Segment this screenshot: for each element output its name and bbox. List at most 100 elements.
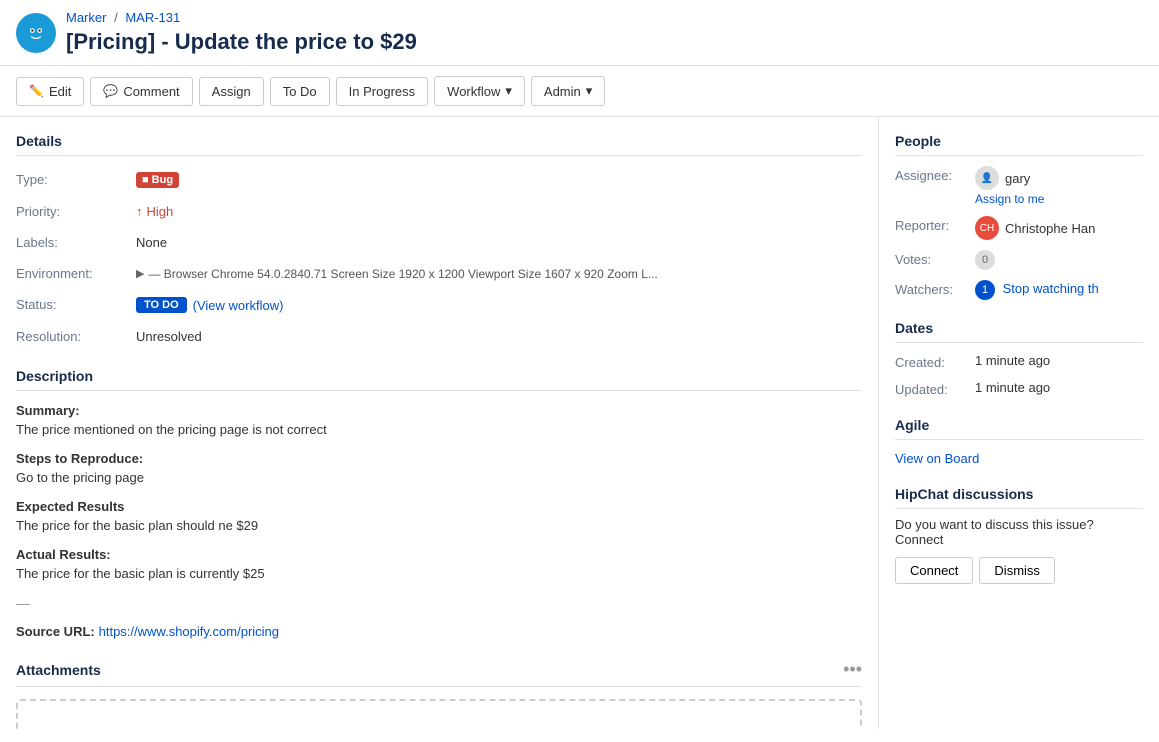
type-value: ■ Bug [136, 168, 862, 192]
votes-badge: 0 [975, 250, 995, 270]
assignee-name: gary [1005, 171, 1030, 186]
status-label: Status: [16, 293, 136, 317]
edit-icon: ✏️ [29, 84, 44, 98]
reporter-name: Christophe Han [1005, 221, 1095, 236]
assignee-area: 👤 gary [975, 166, 1143, 190]
expected-item: Expected Results The price for the basic… [16, 499, 862, 533]
attachments-section: Attachments ••• ☁ Drop files to attach, … [16, 659, 862, 729]
resolution-value: Unresolved [136, 325, 862, 348]
reporter-avatar: CH [975, 216, 999, 240]
steps-text: Go to the pricing page [16, 470, 862, 485]
avatar: 👤 [975, 166, 999, 190]
bug-icon: ■ [142, 174, 149, 186]
expected-text: The price for the basic plan should ne $… [16, 518, 862, 533]
assign-to-me-link[interactable]: Assign to me [975, 192, 1143, 206]
watchers-label: Watchers: [895, 280, 975, 297]
reporter-value: CH Christophe Han [975, 216, 1143, 240]
labels-value: None [136, 231, 862, 254]
hipchat-buttons: Connect Dismiss [895, 557, 1143, 584]
comment-button[interactable]: 💬 Comment [90, 77, 192, 106]
summary-text: The price mentioned on the pricing page … [16, 422, 862, 437]
issue-title: [Pricing] - Update the price to $29 [66, 29, 417, 55]
breadcrumb-project[interactable]: Marker [66, 10, 106, 25]
view-workflow-link[interactable]: (View workflow) [193, 298, 284, 313]
updated-value: 1 minute ago [975, 380, 1143, 395]
source-url-link[interactable]: https://www.shopify.com/pricing [99, 624, 279, 639]
attachments-more-button[interactable]: ••• [843, 659, 862, 680]
top-bar: Marker / MAR-131 [Pricing] - Update the … [0, 0, 1159, 66]
summary-item: Summary: The price mentioned on the pric… [16, 403, 862, 437]
details-section-title: Details [16, 133, 862, 156]
workflow-dropdown-icon: ▾ [505, 83, 512, 99]
status-value: TO DO (View workflow) [136, 293, 862, 317]
hipchat-section: HipChat discussions Do you want to discu… [895, 486, 1143, 584]
environment-label: Environment: [16, 262, 136, 285]
assign-button[interactable]: Assign [199, 77, 264, 106]
expected-title: Expected Results [16, 499, 862, 514]
sidebar: People Assignee: 👤 gary Assign to me Rep… [879, 117, 1159, 729]
dismiss-button[interactable]: Dismiss [979, 557, 1055, 584]
people-title: People [895, 133, 1143, 156]
admin-button[interactable]: Admin ▾ [531, 76, 605, 106]
attachments-title: Attachments [16, 662, 101, 678]
votes-row: Votes: 0 [895, 250, 1143, 270]
priority-value: ↑ High [136, 200, 862, 223]
breadcrumb-id[interactable]: MAR-131 [125, 10, 180, 25]
steps-item: Steps to Reproduce: Go to the pricing pa… [16, 451, 862, 485]
environment-value: ▶ — Browser Chrome 54.0.2840.71 Screen S… [136, 262, 862, 285]
bug-badge: ■ Bug [136, 172, 179, 188]
priority-high: ↑ High [136, 204, 173, 219]
watchers-badge: 1 [975, 280, 995, 300]
created-value: 1 minute ago [975, 353, 1143, 368]
env-arrow-icon: ▶ [136, 267, 144, 280]
logo [16, 13, 56, 53]
in-progress-button[interactable]: In Progress [336, 77, 428, 106]
summary-title: Summary: [16, 403, 862, 418]
updated-row: Updated: 1 minute ago [895, 380, 1143, 397]
updated-label: Updated: [895, 380, 975, 397]
content-area: Details Type: ■ Bug Priority: ↑ High Lab… [0, 117, 879, 729]
connect-button[interactable]: Connect [895, 557, 973, 584]
stop-watching-link[interactable]: Stop watching th [1003, 281, 1099, 296]
attachments-header: Attachments ••• [16, 659, 862, 687]
dates-section: Dates Created: 1 minute ago Updated: 1 m… [895, 320, 1143, 397]
actual-title: Actual Results: [16, 547, 862, 562]
reporter-area: CH Christophe Han [975, 216, 1143, 240]
hipchat-title: HipChat discussions [895, 486, 1143, 509]
description-section: Description Summary: The price mentioned… [16, 368, 862, 639]
assignee-label: Assignee: [895, 166, 975, 183]
title-area: Marker / MAR-131 [Pricing] - Update the … [66, 10, 417, 55]
agile-title: Agile [895, 417, 1143, 440]
status-badge: TO DO [136, 297, 187, 313]
desc-separator: — [16, 595, 862, 611]
view-board-link[interactable]: View on Board [895, 451, 979, 466]
watchers-value: 1 Stop watching th [975, 280, 1143, 300]
description-section-title: Description [16, 368, 862, 391]
votes-value: 0 [975, 250, 1143, 270]
created-label: Created: [895, 353, 975, 370]
todo-button[interactable]: To Do [270, 77, 330, 106]
type-label: Type: [16, 168, 136, 192]
people-section: People Assignee: 👤 gary Assign to me Rep… [895, 133, 1143, 300]
priority-label: Priority: [16, 200, 136, 223]
labels-label: Labels: [16, 231, 136, 254]
dates-title: Dates [895, 320, 1143, 343]
edit-button[interactable]: ✏️ Edit [16, 77, 84, 106]
priority-arrow-icon: ↑ [136, 204, 143, 219]
assignee-value: 👤 gary Assign to me [975, 166, 1143, 206]
resolution-label: Resolution: [16, 325, 136, 348]
hipchat-text: Do you want to discuss this issue? Conne… [895, 517, 1143, 547]
source-url-item: Source URL: https://www.shopify.com/pric… [16, 623, 862, 639]
votes-label: Votes: [895, 250, 975, 267]
comment-icon: 💬 [103, 84, 118, 98]
drop-zone[interactable]: ☁ Drop files to attach, or browse. [16, 699, 862, 729]
reporter-row: Reporter: CH Christophe Han [895, 216, 1143, 240]
steps-title: Steps to Reproduce: [16, 451, 862, 466]
toolbar: ✏️ Edit 💬 Comment Assign To Do In Progre… [0, 66, 1159, 117]
details-grid: Type: ■ Bug Priority: ↑ High Labels: Non… [16, 168, 862, 348]
assignee-row: Assignee: 👤 gary Assign to me [895, 166, 1143, 206]
upload-icon: ☁ [38, 721, 840, 729]
agile-section: Agile View on Board [895, 417, 1143, 466]
breadcrumb: Marker / MAR-131 [66, 10, 417, 25]
workflow-button[interactable]: Workflow ▾ [434, 76, 525, 106]
